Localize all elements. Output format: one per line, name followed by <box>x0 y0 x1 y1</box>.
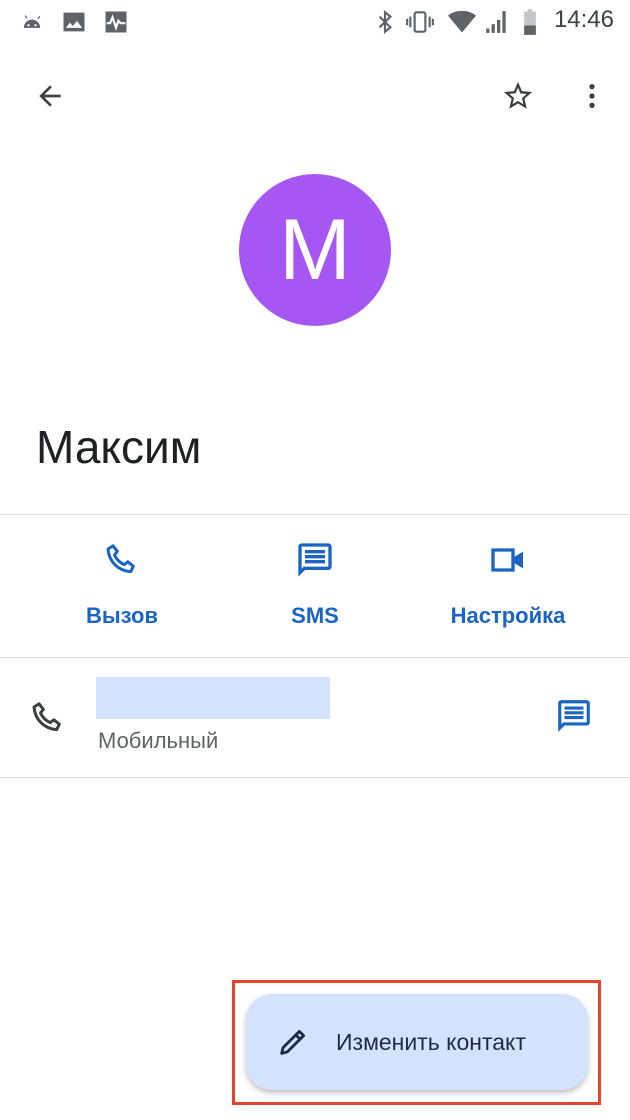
battery-icon <box>521 8 539 41</box>
avatar: M <box>239 174 391 326</box>
highlight-box <box>232 980 601 1105</box>
android-icon <box>18 8 46 41</box>
avatar-letter: M <box>279 201 351 298</box>
wifi-icon <box>446 8 478 41</box>
video-action-button[interactable]: Настройка <box>408 540 608 630</box>
phone-icon <box>28 698 68 743</box>
send-message-button[interactable] <box>548 692 600 744</box>
call-action-label: Вызов <box>85 603 159 628</box>
message-icon <box>555 697 593 740</box>
more-options-button[interactable] <box>564 70 620 126</box>
activity-icon <box>102 8 130 41</box>
divider <box>0 777 630 778</box>
call-action-button[interactable]: Вызов <box>22 540 222 630</box>
favorite-button[interactable] <box>490 70 546 126</box>
sms-action-label: SMS <box>291 603 339 628</box>
message-icon <box>295 540 335 585</box>
phone-number-redacted <box>96 677 330 719</box>
vibrate-icon <box>405 8 435 41</box>
divider <box>0 514 630 515</box>
contact-name: Максим <box>36 421 202 473</box>
status-time: 14:46 <box>553 6 614 33</box>
star-outline-icon <box>501 79 535 118</box>
back-button[interactable] <box>22 70 78 126</box>
more-vert-icon <box>576 80 608 117</box>
phone-type-label: Мобильный <box>98 728 219 753</box>
bluetooth-icon <box>372 8 398 41</box>
video-action-label: Настройка <box>450 603 566 628</box>
image-icon <box>60 8 88 41</box>
cell-signal-icon <box>484 8 510 41</box>
status-bar: 14:46 <box>0 0 630 44</box>
sms-action-button[interactable]: SMS <box>215 540 415 630</box>
phone-icon <box>102 540 142 585</box>
video-icon <box>488 540 528 585</box>
arrow-left-icon <box>34 80 66 117</box>
